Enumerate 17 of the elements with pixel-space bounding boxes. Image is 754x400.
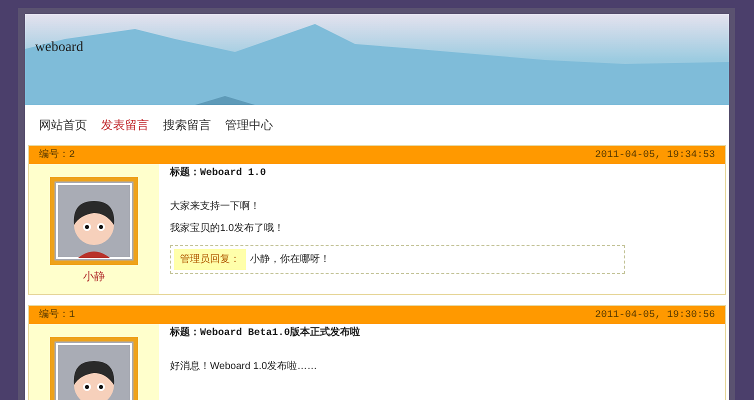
post-text: 大家来支持一下啊！ [170,200,261,214]
post-title: 标题：Weboard Beta1.0版本正式发布啦 [170,326,362,341]
nav-link[interactable]: 网站首页 [39,116,87,134]
post-time: 2011-04-05, 19:30:56 [594,308,715,322]
post-text: 我家宝贝的1.0发布了哦！ [170,222,285,236]
post-time: 2011-04-05, 19:34:53 [594,148,715,162]
reply-label: 管理员回复： [174,249,246,270]
nav-link[interactable]: 搜索留言 [163,116,211,134]
author-name: 小静 [83,270,105,285]
nav-link[interactable]: 发表留言 [101,116,149,134]
site-title: weboard [35,39,84,57]
nav-link[interactable]: 管理中心 [225,116,273,134]
reply-text: 小静，你在哪呀！ [250,252,330,267]
post-title: 标题：Weboard 1.0 [170,166,268,181]
post-text: 好消息！Weboard 1.0发布啦…… [170,360,318,374]
post-number: 编号：2 [39,148,76,162]
post-number: 编号：1 [39,308,76,322]
